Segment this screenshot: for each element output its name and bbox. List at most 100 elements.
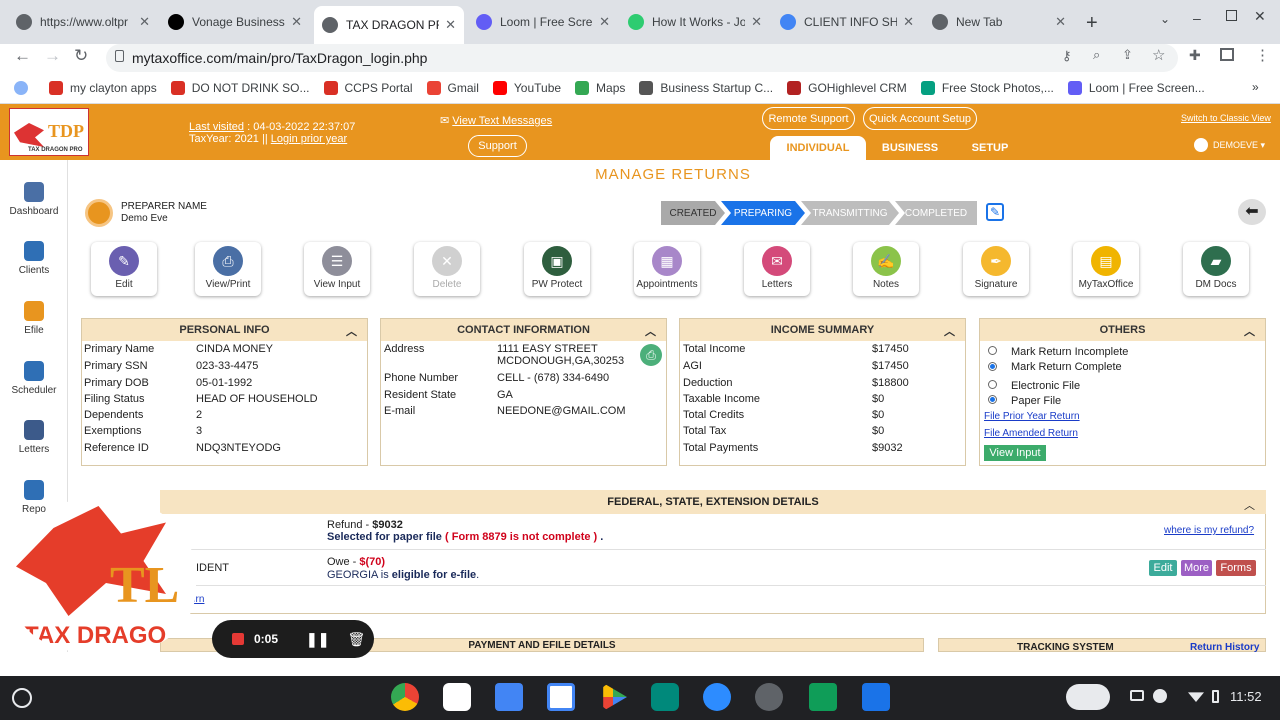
action-signature-button[interactable]: ✒ Signature <box>963 242 1029 296</box>
reload-icon[interactable]: ↻ <box>74 46 88 66</box>
meet-icon[interactable] <box>651 683 679 711</box>
bookmark-item[interactable]: Business Startup C... <box>639 80 773 95</box>
browser-tab[interactable]: https://www.oltpr ✕ <box>8 8 158 36</box>
bookmark-item[interactable]: DO NOT DRINK SO... <box>170 80 310 95</box>
edit-button[interactable]: Edit <box>1149 560 1177 576</box>
browser-tab[interactable]: Loom | Free Scree ✕ <box>468 8 618 36</box>
more-button[interactable]: More <box>1181 560 1212 576</box>
close-tab-icon[interactable]: ✕ <box>599 14 610 30</box>
zoom-icon[interactable]: ⌕ <box>1093 47 1100 63</box>
sidebar-item-dashboard[interactable]: Dashboard <box>0 182 68 217</box>
quick-account-setup-button[interactable]: Quick Account Setup <box>863 107 977 130</box>
browser-tab[interactable]: CLIENT INFO SHE ✕ <box>772 8 922 36</box>
back-arrow-icon[interactable]: ⬅ <box>1238 199 1266 225</box>
close-tab-icon[interactable]: ✕ <box>1055 14 1066 30</box>
collapse-chevron-icon[interactable]: ︿ <box>1244 497 1255 513</box>
bookmark-item[interactable]: Maps <box>575 80 625 95</box>
battery-icon[interactable] <box>1212 690 1219 703</box>
close-tab-icon[interactable]: ✕ <box>903 14 914 30</box>
menu-kebab-icon[interactable]: ⋮ <box>1255 46 1270 64</box>
close-tab-icon[interactable]: ✕ <box>751 14 762 30</box>
calendar-icon[interactable] <box>547 683 575 711</box>
login-prior-year-link[interactable]: Login prior year <box>271 133 347 145</box>
bookmark-item[interactable]: GOHighlevel CRM <box>787 80 907 95</box>
bookmark-item[interactable]: CCPS Portal <box>323 80 413 95</box>
back-icon[interactable]: ← <box>14 46 31 66</box>
new-tab-plus-icon[interactable]: + <box>1086 12 1098 35</box>
collapse-chevron-icon[interactable]: ︿ <box>346 323 357 339</box>
last-visited-link[interactable]: Last visited <box>189 121 244 133</box>
support-button[interactable]: Support <box>468 135 527 157</box>
trash-icon[interactable]: 🗑 <box>348 631 366 648</box>
star-icon[interactable]: ☆ <box>1152 46 1165 64</box>
action-appointments-button[interactable]: ▦ Appointments <box>634 242 700 296</box>
view-text-messages[interactable]: ✉ View Text Messages <box>440 114 552 127</box>
file-prior-year-link[interactable]: File Prior Year Return <box>984 411 1080 422</box>
collapse-chevron-icon[interactable]: ︿ <box>1244 323 1255 339</box>
forward-icon[interactable]: → <box>44 46 61 66</box>
print-icon[interactable]: ⎙ <box>640 344 662 366</box>
files-icon[interactable] <box>862 683 890 711</box>
where-is-my-refund-link[interactable]: where is my refund? <box>1164 525 1254 536</box>
collapse-chevron-icon[interactable]: ︿ <box>944 323 955 339</box>
action-edit-button[interactable]: ✎ Edit <box>91 242 157 296</box>
browser-tab[interactable]: New Tab ✕ <box>924 8 1074 36</box>
tab-search-chevron-icon[interactable]: ⌄ <box>1160 12 1170 26</box>
action-dm-docs-button[interactable]: ▰ DM Docs <box>1183 242 1249 296</box>
radio-mark-incomplete[interactable] <box>988 346 997 355</box>
screen-capture-icon[interactable] <box>1130 690 1144 701</box>
bookmark-item[interactable]: Gmail <box>426 80 479 95</box>
minimize-icon[interactable]: – <box>1193 10 1201 26</box>
switch-classic-view-link[interactable]: Switch to Classic View <box>1181 113 1271 123</box>
keyboard-icon[interactable] <box>1066 684 1110 710</box>
side-panel-icon[interactable] <box>1220 48 1234 61</box>
action-delete-button[interactable]: ✕ Delete <box>414 242 480 296</box>
zoom-icon[interactable] <box>703 683 731 711</box>
settings-gear-icon[interactable] <box>755 683 783 711</box>
sidebar-item-clients[interactable]: Clients <box>0 241 68 276</box>
add-circle-icon[interactable] <box>1153 689 1167 703</box>
action-mytaxoffice-button[interactable]: ▤ MyTaxOffice <box>1073 242 1139 296</box>
close-window-icon[interactable]: ✕ <box>1254 8 1266 25</box>
chrome-icon[interactable] <box>391 683 419 711</box>
address-bar[interactable]: mytaxoffice.com/main/pro/TaxDragon_login… <box>106 44 1178 72</box>
browser-tab[interactable]: TAX DRAGON PRO ✕ <box>314 6 464 44</box>
file-amended-link[interactable]: File Amended Return <box>984 428 1078 439</box>
edit-status-icon[interactable]: ✎ <box>986 203 1004 221</box>
action-notes-button[interactable]: ✍ Notes <box>853 242 919 296</box>
close-tab-icon[interactable]: ✕ <box>445 17 456 33</box>
close-tab-icon[interactable]: ✕ <box>139 14 150 30</box>
forms-button[interactable]: Forms <box>1216 560 1256 576</box>
collapse-chevron-icon[interactable]: ︿ <box>645 323 656 339</box>
tab-individual[interactable]: INDIVIDUAL <box>770 136 866 160</box>
radio-paper-file[interactable] <box>988 395 997 404</box>
clock[interactable]: 11:52 <box>1230 689 1262 704</box>
action-letters-button[interactable]: ✉ Letters <box>744 242 810 296</box>
radio-mark-complete[interactable] <box>988 362 997 371</box>
key-icon[interactable]: ⚷ <box>1062 48 1072 64</box>
close-tab-icon[interactable]: ✕ <box>291 14 302 30</box>
launcher-icon[interactable] <box>12 688 32 708</box>
stop-record-icon[interactable] <box>232 633 244 645</box>
pause-icon[interactable]: ❚❚ <box>306 631 329 648</box>
sidebar-item-scheduler[interactable]: Scheduler <box>0 361 68 396</box>
radio-electronic-file[interactable] <box>988 380 997 389</box>
view-input-button[interactable]: View Input <box>984 445 1046 461</box>
share-icon[interactable]: ⇪ <box>1122 47 1133 63</box>
action-view-input-button[interactable]: ☰ View Input <box>304 242 370 296</box>
tab-business[interactable]: BUSINESS <box>878 136 942 160</box>
sheets-icon[interactable] <box>809 683 837 711</box>
bookmark-item[interactable]: YouTube <box>492 80 561 95</box>
bookmark-item[interactable]: Free Stock Photos,... <box>920 80 1054 95</box>
remote-support-button[interactable]: Remote Support <box>762 107 855 130</box>
action-view-print-button[interactable]: ⎙ View/Print <box>195 242 261 296</box>
apps-globe-icon[interactable] <box>14 80 35 95</box>
gmail-icon[interactable] <box>443 683 471 711</box>
bookmark-item[interactable]: my clayton apps <box>49 80 157 95</box>
sidebar-item-efile[interactable]: Efile <box>0 301 68 336</box>
extensions-icon[interactable]: ✚ <box>1189 47 1201 64</box>
action-pw-protect-button[interactable]: ▣ PW Protect <box>524 242 590 296</box>
tab-setup[interactable]: SETUP <box>964 136 1016 160</box>
bookmarks-overflow-icon[interactable]: » <box>1252 80 1259 94</box>
browser-tab[interactable]: Vonage Business ✕ <box>160 8 310 36</box>
